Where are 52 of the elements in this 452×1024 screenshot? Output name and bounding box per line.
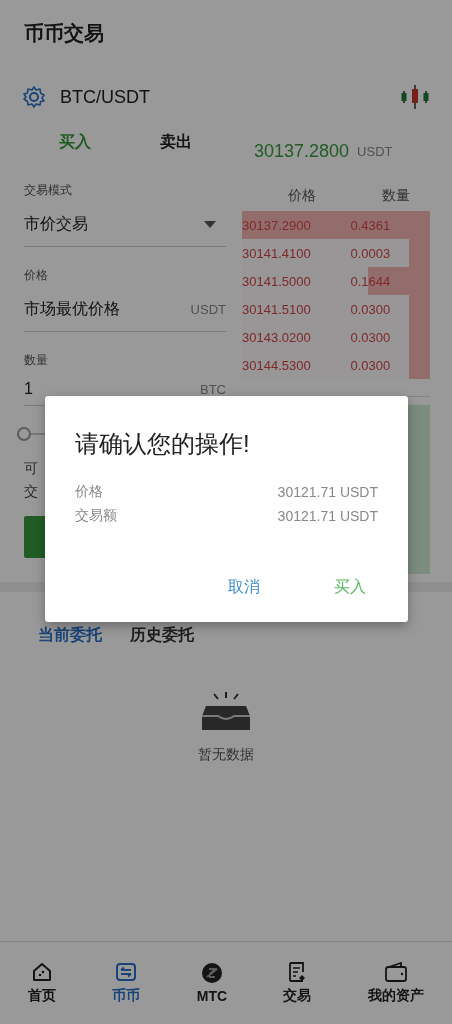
volume-label: 交 bbox=[24, 483, 38, 499]
page-title: 币币交易 bbox=[23, 21, 105, 46]
ask-price: 30141.5100 bbox=[242, 301, 311, 317]
cancel-button[interactable]: 取消 bbox=[216, 569, 272, 606]
ask-price: 30143.0200 bbox=[242, 329, 311, 345]
amount-field[interactable]: 1 bbox=[24, 380, 200, 398]
nav-item[interactable]: MTC bbox=[192, 958, 232, 1008]
detail-value: 30121.71 USDT bbox=[277, 484, 378, 500]
field-label: 交易模式 bbox=[24, 183, 73, 197]
field-label: 价格 bbox=[24, 268, 49, 282]
swap-icon bbox=[115, 961, 138, 983]
gear-icon[interactable] bbox=[22, 85, 46, 109]
nav-item[interactable]: 我的资产 bbox=[363, 957, 428, 1009]
nav-item[interactable]: 币币 bbox=[108, 957, 145, 1009]
candlestick-icon[interactable] bbox=[400, 83, 430, 111]
empty-text: 暂无数据 bbox=[198, 746, 254, 764]
ask-amount: 0.0003 bbox=[349, 245, 392, 261]
home-icon bbox=[31, 961, 54, 983]
price-field[interactable]: 市场最优价格 bbox=[24, 299, 191, 320]
unit-label: BTC bbox=[200, 381, 226, 397]
nav-item[interactable]: 交易 bbox=[279, 957, 316, 1009]
orders-tab[interactable]: 当前委托 bbox=[38, 622, 102, 648]
ask-price: 30141.4100 bbox=[242, 245, 311, 261]
last-price: 30137.2800 bbox=[254, 140, 350, 162]
caret-icon bbox=[204, 220, 216, 229]
dialog-title: 请确认您的操作! bbox=[75, 429, 251, 459]
unit-label: USDT bbox=[357, 143, 393, 159]
detail-label: 交易额 bbox=[75, 507, 117, 525]
trade-tab[interactable]: 卖出 bbox=[149, 127, 202, 157]
detail-label: 价格 bbox=[75, 483, 103, 501]
column-header: 价格 bbox=[287, 186, 317, 205]
field-label: 数量 bbox=[24, 353, 49, 367]
ask-amount: 0.4361 bbox=[349, 217, 392, 233]
ask-price: 30144.5300 bbox=[242, 357, 311, 373]
ask-amount: 0.0300 bbox=[349, 357, 392, 373]
available-label: 可 bbox=[24, 460, 38, 476]
orders-tab[interactable]: 历史委托 bbox=[130, 622, 194, 648]
ask-price: 30137.2900 bbox=[242, 217, 311, 233]
wallet-icon bbox=[383, 961, 408, 983]
ask-amount: 0.0300 bbox=[349, 301, 392, 317]
column-header: 数量 bbox=[381, 186, 411, 205]
nav-item[interactable]: 首页 bbox=[24, 957, 61, 1009]
slider-thumb[interactable] bbox=[17, 427, 31, 441]
coin-icon bbox=[200, 962, 223, 984]
detail-value: 30121.71 USDT bbox=[277, 508, 378, 524]
trading-pair: BTC/USDT bbox=[60, 86, 151, 108]
mode-select[interactable]: 市价交易 bbox=[24, 203, 226, 247]
ask-amount: 0.1644 bbox=[349, 273, 392, 289]
ask-price: 30141.5000 bbox=[242, 273, 311, 289]
unit-label: USDT bbox=[190, 302, 226, 317]
empty-inbox-icon bbox=[200, 690, 252, 732]
ask-amount: 0.0300 bbox=[349, 329, 392, 345]
